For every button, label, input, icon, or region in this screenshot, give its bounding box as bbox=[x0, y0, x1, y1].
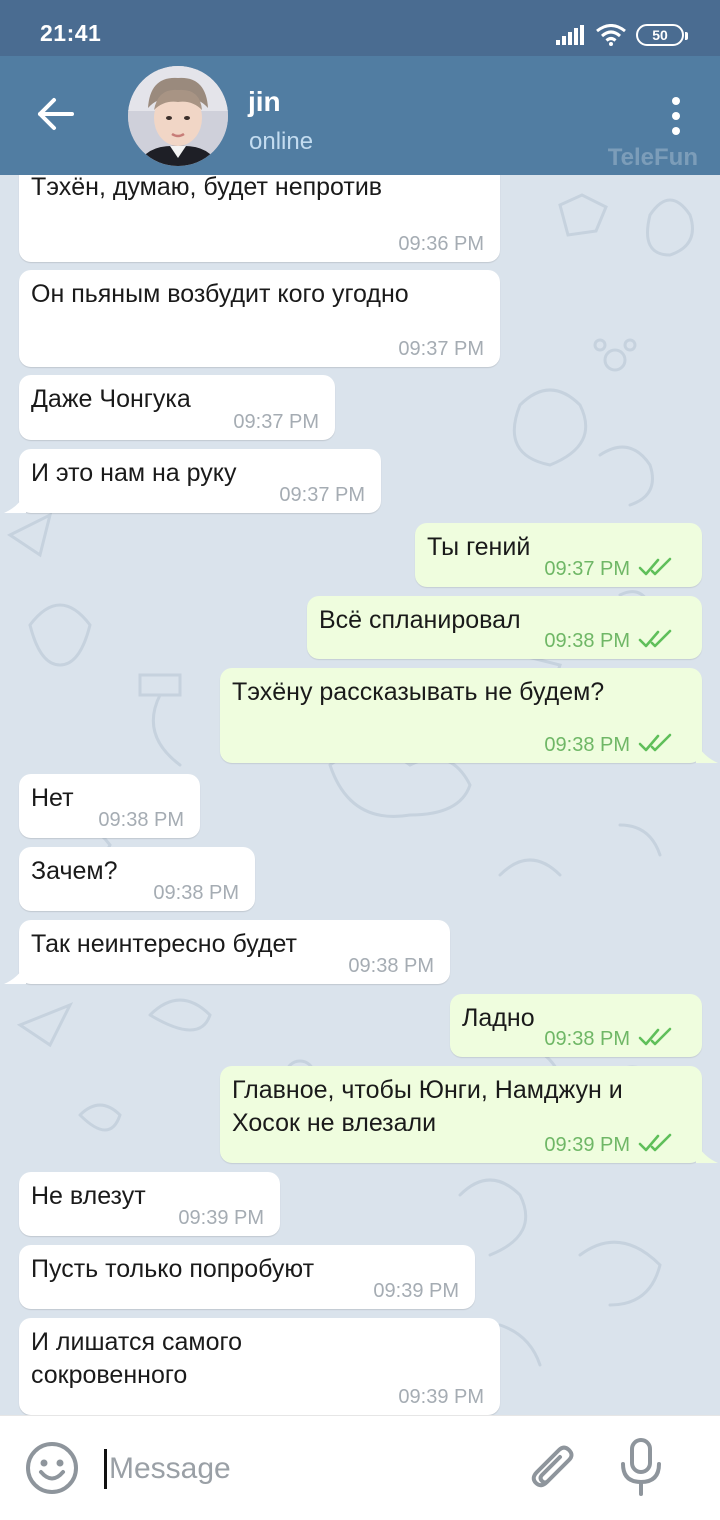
battery-level: 50 bbox=[652, 27, 668, 43]
message-text: И лишатся самого сокровенного bbox=[31, 1328, 242, 1389]
message-bubble-incoming[interactable]: Не влезут 09:39 PM bbox=[19, 1172, 280, 1236]
message-time: 09:37 PM bbox=[544, 558, 630, 580]
chat-header: jin online TeleFun bbox=[0, 56, 720, 175]
message-bubble-incoming[interactable]: Тэхён, думаю, будет непротив 09:36 PM bbox=[19, 175, 500, 262]
message-bubble-incoming[interactable]: И лишатся самого сокровенного 09:39 PM bbox=[19, 1318, 500, 1415]
message-bubble-incoming[interactable]: Зачем? 09:38 PM bbox=[19, 847, 255, 911]
contact-name[interactable]: jin bbox=[248, 86, 281, 118]
back-arrow-icon[interactable] bbox=[34, 92, 78, 136]
message-time: 09:37 PM bbox=[398, 338, 484, 360]
mic-icon[interactable] bbox=[618, 1438, 664, 1498]
status-icons: 50 bbox=[556, 22, 688, 48]
message-bubble-outgoing[interactable]: Всё спланировал 09:38 PM bbox=[307, 596, 702, 659]
bubble-tail bbox=[696, 1143, 718, 1163]
attach-icon[interactable] bbox=[525, 1442, 581, 1498]
message-bubble-incoming[interactable]: Нет 09:38 PM bbox=[19, 774, 200, 838]
message-bubble-incoming[interactable]: Он пьяным возбудит кого угодно 09:37 PM bbox=[19, 270, 500, 367]
message-text: Всё спланировал bbox=[319, 606, 521, 634]
message-time: 09:37 PM bbox=[279, 484, 365, 506]
message-time: 09:37 PM bbox=[233, 411, 319, 433]
status-time: 21:41 bbox=[40, 20, 102, 46]
bubble-tail bbox=[4, 493, 26, 513]
avatar[interactable] bbox=[128, 66, 228, 166]
message-time: 09:39 PM bbox=[373, 1280, 459, 1302]
contact-status: online bbox=[249, 128, 314, 155]
composer bbox=[0, 1415, 720, 1520]
message-bubble-outgoing[interactable]: Ты гений 09:37 PM bbox=[415, 523, 702, 587]
battery-icon: 50 bbox=[636, 24, 688, 46]
message-time: 09:38 PM bbox=[544, 734, 630, 756]
message-time: 09:38 PM bbox=[544, 1028, 630, 1050]
message-time: 09:39 PM bbox=[544, 1134, 630, 1156]
watermark: TeleFun bbox=[607, 144, 698, 171]
emoji-icon[interactable] bbox=[25, 1441, 79, 1495]
message-bubble-incoming[interactable]: Пусть только попробуют 09:39 PM bbox=[19, 1245, 475, 1309]
message-time: 09:38 PM bbox=[544, 630, 630, 652]
message-bubble-incoming[interactable]: И это нам на руку 09:37 PM bbox=[19, 449, 381, 513]
message-bubble-outgoing[interactable]: Главное, чтобы Юнги, Намджун и Хосок не … bbox=[220, 1066, 702, 1163]
bubble-tail bbox=[696, 743, 718, 763]
signal-icon bbox=[556, 25, 584, 45]
double-check-icon bbox=[638, 1133, 672, 1152]
status-bar: 21:41 50 bbox=[0, 0, 720, 56]
double-check-icon bbox=[638, 629, 672, 648]
wifi-icon bbox=[596, 24, 626, 46]
message-time: 09:38 PM bbox=[348, 955, 434, 977]
message-bubble-outgoing[interactable]: Тэхёну рассказывать не будем? 09:38 PM bbox=[220, 668, 702, 763]
message-bubble-incoming[interactable]: Даже Чонгука 09:37 PM bbox=[19, 375, 335, 440]
message-text: Он пьяным возбудит кого угодно bbox=[31, 280, 409, 308]
text-cursor bbox=[104, 1449, 107, 1489]
message-time: 09:38 PM bbox=[153, 882, 239, 904]
message-list[interactable]: Тэхён, думаю, будет непротив 09:36 PM Он… bbox=[0, 175, 720, 1415]
bubble-tail bbox=[4, 964, 26, 984]
more-vert-icon[interactable] bbox=[662, 94, 690, 138]
message-time: 09:39 PM bbox=[398, 1386, 484, 1408]
message-time: 09:36 PM bbox=[398, 233, 484, 255]
message-time: 09:39 PM bbox=[178, 1207, 264, 1229]
message-input[interactable] bbox=[109, 1452, 489, 1486]
message-text: Главное, чтобы Юнги, Намджун и Хосок не … bbox=[232, 1076, 623, 1137]
message-bubble-outgoing[interactable]: Ладно 09:38 PM bbox=[450, 994, 702, 1057]
message-bubble-incoming[interactable]: Так неинтересно будет 09:38 PM bbox=[19, 920, 450, 984]
double-check-icon bbox=[638, 557, 672, 576]
message-field[interactable] bbox=[104, 1444, 504, 1494]
message-text: Тэхёну рассказывать не будем? bbox=[232, 678, 605, 706]
message-time: 09:38 PM bbox=[98, 809, 184, 831]
message-text: Тэхён, думаю, будет непротив bbox=[31, 175, 383, 201]
double-check-icon bbox=[638, 733, 672, 752]
double-check-icon bbox=[638, 1027, 672, 1046]
